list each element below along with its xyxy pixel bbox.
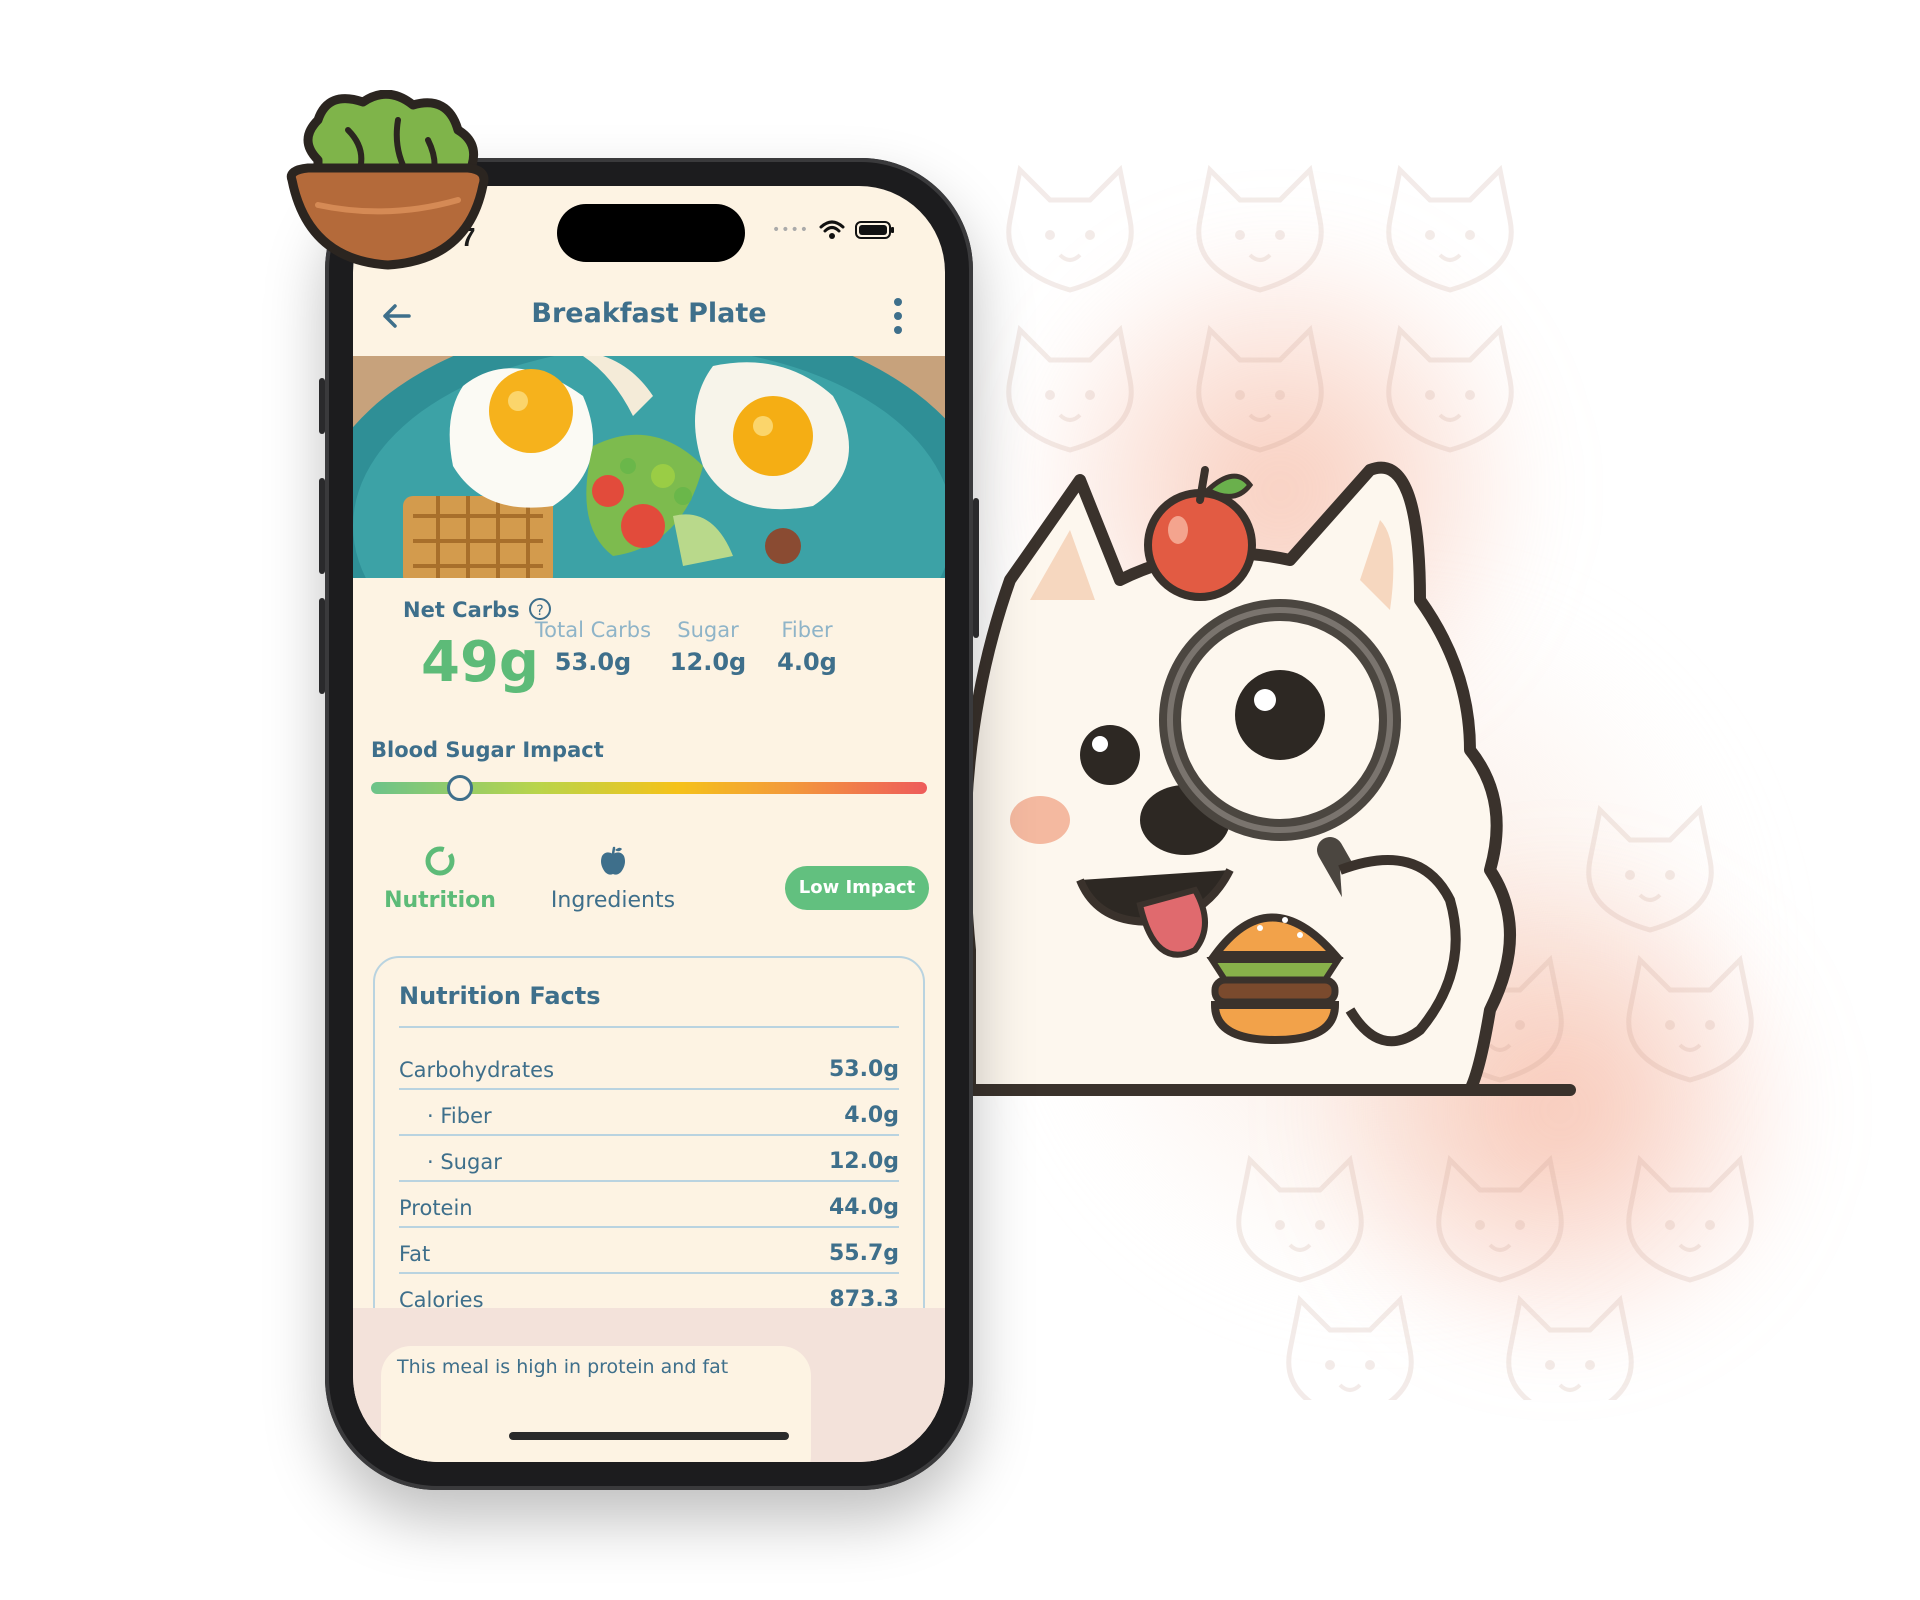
nutrient-value: 53.0g: [828, 1057, 899, 1082]
stat-label: Fiber: [781, 618, 833, 642]
salad-bowl-icon: [286, 90, 489, 270]
phone-volume-down-button: [319, 598, 325, 694]
net-carbs-value: 49g: [421, 630, 540, 695]
nutrition-row-fiber: · Fiber 4.0g: [399, 1090, 899, 1136]
help-icon[interactable]: ?: [529, 598, 551, 620]
nutrient-name: · Sugar: [427, 1150, 502, 1174]
nutrition-facts-list: Carbohydrates 53.0g · Fiber 4.0g · Sugar…: [399, 1044, 899, 1320]
stat-value: 53.0g: [554, 648, 632, 676]
phone-mockup: 7 •••• Breakfast Plate Net Carbs ? 49g T…: [319, 158, 979, 1490]
dog-mascot-illustration: [950, 461, 1576, 1096]
nutrient-name: Carbohydrates: [399, 1058, 555, 1082]
battery-icon: [855, 221, 894, 239]
blood-sugar-impact-label: Blood Sugar Impact: [371, 738, 604, 762]
stat-total-carbs: Total Carbs 53.0g: [525, 618, 661, 676]
net-carbs-label: Net Carbs: [403, 598, 520, 622]
signal-icon: ••••: [771, 222, 809, 238]
app-screen: 7 •••• Breakfast Plate Net Carbs ? 49g T…: [353, 186, 945, 1462]
burger-icon: [1206, 913, 1344, 1045]
summary-text: This meal is high in protein and fat: [397, 1356, 729, 1378]
ring-chart-icon: [425, 846, 455, 876]
nutrient-value: 4.0g: [844, 1103, 899, 1128]
stat-label: Total Carbs: [534, 618, 652, 642]
phone-power-button: [973, 498, 979, 638]
tab-ingredients[interactable]: Ingredients: [523, 844, 703, 913]
nutrient-name: Fat: [399, 1242, 431, 1266]
impact-badge: Low Impact: [785, 866, 929, 910]
apple-icon: [1144, 466, 1256, 601]
nutrient-value: 44.0g: [828, 1195, 899, 1220]
stat-label: Sugar: [677, 618, 739, 642]
more-vertical-icon[interactable]: [891, 294, 905, 338]
wifi-icon: [819, 220, 845, 239]
nutrient-name: Protein: [399, 1196, 473, 1220]
nutrition-row-fat: Fat 55.7g: [399, 1228, 899, 1274]
nutrition-row-sugar: · Sugar 12.0g: [399, 1136, 899, 1182]
stat-sugar: Sugar 12.0g: [668, 618, 748, 676]
status-icons: ••••: [772, 220, 895, 240]
nutrition-row-protein: Protein 44.0g: [399, 1182, 899, 1228]
home-indicator[interactable]: [509, 1432, 789, 1440]
stat-value: 4.0g: [777, 648, 837, 676]
blood-sugar-impact-indicator: [446, 775, 473, 801]
apple-icon: [601, 846, 625, 875]
nutrient-value: 12.0g: [828, 1149, 899, 1174]
nutrition-facts-card: Nutrition Facts Carbohydrates 53.0g · Fi…: [373, 956, 925, 1356]
tab-label: Nutrition: [384, 888, 496, 913]
page-title: Breakfast Plate: [531, 298, 767, 329]
nutrition-facts-title: Nutrition Facts: [399, 982, 899, 1028]
meal-photo: [353, 356, 945, 578]
stat-value: 12.0g: [669, 648, 747, 676]
phone-volume-up-button: [319, 478, 325, 574]
blood-sugar-impact-bar: [371, 775, 927, 801]
nutrient-name: · Fiber: [427, 1104, 492, 1128]
dynamic-island: [557, 204, 745, 262]
header: Breakfast Plate: [353, 282, 945, 356]
tab-label: Ingredients: [550, 888, 676, 913]
phone-action-button: [319, 378, 325, 434]
nutrition-row-carbohydrates: Carbohydrates 53.0g: [399, 1044, 899, 1090]
tab-nutrition[interactable]: Nutrition: [375, 844, 505, 913]
nutrient-value: 55.7g: [828, 1241, 899, 1266]
stat-fiber: Fiber 4.0g: [767, 618, 847, 676]
